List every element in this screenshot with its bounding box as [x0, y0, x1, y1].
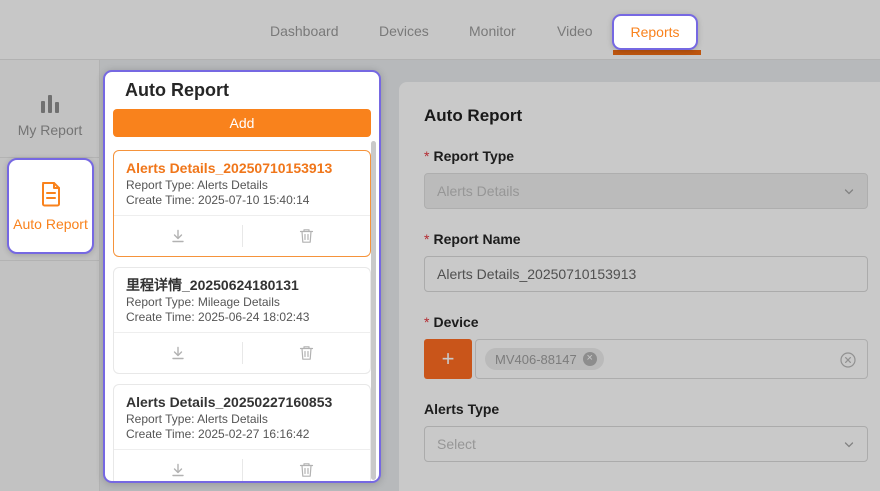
auto-report-form-panel: Auto Report *Report Type Alerts Details … [399, 82, 880, 491]
download-icon [170, 228, 186, 244]
report-name-input[interactable] [424, 256, 868, 292]
delete-report-button[interactable] [243, 450, 371, 483]
trash-icon [299, 462, 314, 478]
document-icon [38, 180, 64, 208]
active-tab-underline [613, 50, 701, 55]
report-card-title: Alerts Details_20250227160853 [126, 393, 358, 412]
required-marker: * [424, 314, 429, 330]
required-marker: * [424, 231, 429, 247]
report-type-select: Alerts Details [424, 173, 868, 209]
sidebar-auto-report-label: Auto Report [13, 216, 88, 232]
device-group: *Device + MV406-88147 × [424, 314, 868, 379]
report-type-value: Alerts Details [437, 183, 519, 199]
download-report-button[interactable] [114, 333, 242, 373]
chevron-down-icon [843, 439, 855, 451]
nav-item-reports-active[interactable]: Reports [612, 14, 698, 50]
report-card[interactable]: 里程详情_20250624180131 Report Type: Mileage… [113, 267, 371, 374]
nav-item-devices[interactable]: Devices [379, 23, 429, 39]
device-tag: MV406-88147 × [485, 348, 604, 370]
nav-reports-label: Reports [630, 24, 679, 40]
trash-icon [299, 228, 314, 244]
download-icon [170, 345, 186, 361]
report-card-time: Create Time: 2025-02-27 16:16:42 [126, 427, 358, 442]
report-card-selected[interactable]: Alerts Details_20250710153913 Report Typ… [113, 150, 371, 257]
delete-report-button[interactable] [243, 216, 371, 256]
add-report-button[interactable]: Add [113, 109, 371, 137]
sidebar: My Report Auto Report [0, 60, 100, 491]
add-device-button[interactable]: + [424, 339, 472, 379]
sidebar-item-my-report[interactable]: My Report [0, 93, 100, 138]
alerts-type-label: Alerts Type [424, 401, 868, 417]
report-type-label: *Report Type [424, 148, 868, 164]
form-title: Auto Report [424, 106, 880, 126]
chevron-down-icon [843, 186, 855, 198]
report-card-actions [114, 332, 370, 373]
delete-report-button[interactable] [243, 333, 371, 373]
report-card-actions [114, 449, 370, 483]
sidebar-item-auto-report[interactable]: Auto Report [7, 158, 94, 254]
alerts-type-placeholder: Select [437, 436, 476, 452]
sidebar-divider [0, 260, 100, 261]
sidebar-my-report-label: My Report [18, 122, 83, 138]
trash-icon [299, 345, 314, 361]
report-card[interactable]: Alerts Details_20250227160853 Report Typ… [113, 384, 371, 483]
circle-close-icon[interactable] [840, 352, 856, 368]
report-card-actions [114, 215, 370, 256]
device-label: *Device [424, 314, 868, 330]
report-card-type: Report Type: Alerts Details [126, 412, 358, 427]
report-name-group: *Report Name [424, 231, 868, 292]
report-card-type: Report Type: Mileage Details [126, 295, 358, 310]
auto-report-list-panel: Auto Report Add Alerts Details_202507101… [103, 70, 381, 483]
download-report-button[interactable] [114, 216, 242, 256]
nav-item-video[interactable]: Video [557, 23, 593, 39]
remove-tag-icon[interactable]: × [583, 352, 597, 366]
top-nav-bar: Dashboard Devices Monitor Video Reports [0, 0, 880, 60]
report-card-title: 里程详情_20250624180131 [126, 276, 358, 295]
nav-item-dashboard[interactable]: Dashboard [270, 23, 339, 39]
device-select-field[interactable]: MV406-88147 × [475, 339, 868, 379]
nav-item-monitor[interactable]: Monitor [469, 23, 516, 39]
download-report-button[interactable] [114, 450, 242, 483]
report-card-time: Create Time: 2025-06-24 18:02:43 [126, 310, 358, 325]
download-icon [170, 462, 186, 478]
report-card-title: Alerts Details_20250710153913 [126, 159, 358, 178]
list-panel-title: Auto Report [125, 80, 371, 100]
alerts-type-group: Alerts Type Select [424, 401, 868, 462]
report-card-time: Create Time: 2025-07-10 15:40:14 [126, 193, 358, 208]
bar-chart-icon [38, 93, 62, 113]
report-card-type: Report Type: Alerts Details [126, 178, 358, 193]
alerts-type-select[interactable]: Select [424, 426, 868, 462]
scrollbar-thumb[interactable] [371, 141, 376, 480]
device-tag-label: MV406-88147 [495, 352, 577, 367]
required-marker: * [424, 148, 429, 164]
report-name-label: *Report Name [424, 231, 868, 247]
plus-icon: + [442, 346, 455, 371]
report-type-group: *Report Type Alerts Details [424, 148, 868, 209]
app-screen: Dashboard Devices Monitor Video Reports … [0, 0, 880, 491]
